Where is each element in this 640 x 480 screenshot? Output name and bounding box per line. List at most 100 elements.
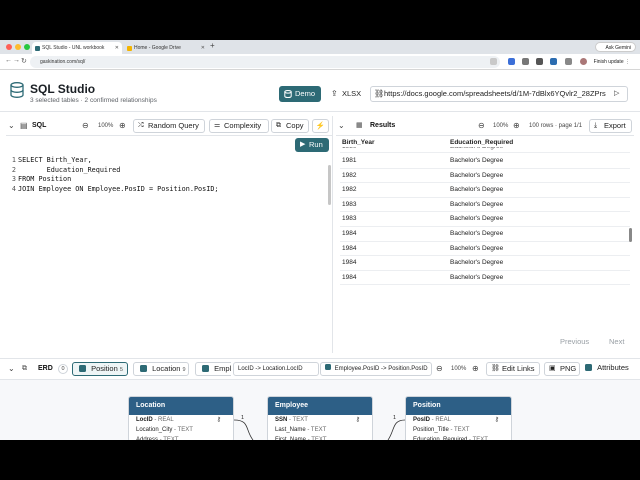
key-icon: ⚷ xyxy=(355,417,360,423)
favicon-icon xyxy=(35,45,40,51)
collapse-chevron-icon[interactable]: ⌄ xyxy=(338,121,345,131)
new-tab-icon[interactable]: + xyxy=(210,41,215,50)
browser-tab-sql-studio[interactable]: SQL Studio - UNL workbook ✕ xyxy=(32,42,122,54)
drive-favicon-icon xyxy=(127,45,132,51)
table-card-location[interactable]: Location LocID - REAL ⚷ Location_City - TEX… xyxy=(128,396,234,440)
erd-canvas[interactable]: 1 1 Location LocID - REAL ⚷ Location_City -… xyxy=(0,380,640,440)
app-title: SQL Studio xyxy=(30,82,96,96)
png-button[interactable]: ▣ PNG xyxy=(544,362,580,376)
next-page-button[interactable]: Next xyxy=(609,337,624,346)
table-card-title: Position xyxy=(406,397,511,415)
app-subtitle: 3 selected tables · 2 confirmed relation… xyxy=(30,97,157,104)
zoom-level: 100% xyxy=(493,123,509,129)
zoom-out-icon[interactable]: ⊖ xyxy=(478,121,485,131)
code-icon: ▤ xyxy=(20,121,28,130)
upload-icon: ⇪ xyxy=(331,89,338,98)
link-icon: ⛓ xyxy=(374,89,385,98)
previous-page-button[interactable]: Previous xyxy=(560,337,589,346)
code-line: Education_Required xyxy=(18,165,121,174)
collapse-chevron-icon[interactable]: ⌄ xyxy=(8,121,15,131)
key-icon: ⚷ xyxy=(216,417,221,423)
close-window-dot[interactable] xyxy=(6,44,12,50)
zoom-in-icon[interactable]: ⊕ xyxy=(472,364,479,374)
back-icon[interactable]: ← xyxy=(5,57,12,64)
cell-birth-year: 1984 xyxy=(342,230,357,237)
cell-education-required: Bachelor's Degree xyxy=(450,244,504,252)
cell-birth-year: 1984 xyxy=(342,273,357,281)
field-row: Position_Title - TEXT xyxy=(413,427,470,433)
chip-position[interactable]: Position 5 xyxy=(72,362,128,376)
cell-birth-year: 1983 xyxy=(342,200,357,208)
cell-education-required: Bachelor's Degree xyxy=(450,147,503,150)
close-tab-icon[interactable]: ✕ xyxy=(115,42,119,54)
extension-icon[interactable] xyxy=(550,58,557,65)
cell-birth-year: 1981 xyxy=(342,157,357,164)
sheet-url-input[interactable]: ⛓ https://docs.google.com/spreadsheets/d… xyxy=(370,86,628,102)
database-small-icon xyxy=(284,90,292,98)
play-icon: ▶ xyxy=(300,141,306,148)
zoom-level: 100% xyxy=(451,366,467,372)
checkbox-checked-icon[interactable] xyxy=(79,364,86,372)
complexity-button[interactable]: ⚌ Complexity xyxy=(209,119,269,133)
attributes-toggle[interactable]: Attributes xyxy=(585,362,640,376)
results-scrollbar[interactable] xyxy=(629,228,632,242)
close-tab-icon[interactable]: ✕ xyxy=(201,42,205,54)
puzzle-icon[interactable] xyxy=(565,58,572,65)
run-button[interactable]: ▶ Run xyxy=(295,138,329,152)
forward-icon[interactable]: → xyxy=(13,57,20,64)
sql-scrollbar[interactable] xyxy=(328,165,331,205)
wand-icon: ⚡ xyxy=(315,121,326,130)
cell-birth-year: 1983 xyxy=(342,215,357,223)
screen: SQL Studio - UNL workbook ✕ Home - Googl… xyxy=(0,40,640,440)
rows-info: 100 rows · page 1/1 xyxy=(529,123,583,129)
chip-employee[interactable]: Empl xyxy=(195,362,231,376)
checkbox-checked-icon[interactable] xyxy=(202,364,209,372)
download-icon: ⤓ xyxy=(594,122,598,129)
checkbox-checked-icon[interactable] xyxy=(140,364,147,372)
field-row: Education_Required - TEXT xyxy=(413,437,488,440)
load-url-icon[interactable]: ▷ xyxy=(614,89,619,97)
export-button[interactable]: ⤓ Export xyxy=(589,119,632,133)
extension-icon[interactable] xyxy=(522,58,529,65)
zoom-out-icon[interactable]: ⊖ xyxy=(436,364,443,374)
finish-update-button[interactable]: Finish update ⋮ xyxy=(594,57,630,67)
table-row: 1981 Bachelor's Degree xyxy=(340,154,630,169)
relation-chip[interactable]: LocID -> Location.LocID xyxy=(233,362,319,376)
minimize-window-dot[interactable] xyxy=(15,44,21,50)
star-icon[interactable] xyxy=(490,58,497,65)
checkbox-checked-icon[interactable] xyxy=(325,364,331,371)
extension-icon[interactable] xyxy=(536,58,543,65)
table-card-employee[interactable]: Employee SSN - TEXT ⚷ Last_Name - TEXT First… xyxy=(267,396,373,440)
cell-education-required: Bachelor's Degree xyxy=(450,230,504,237)
extension-icon[interactable] xyxy=(508,58,515,65)
zoom-in-icon[interactable]: ⊕ xyxy=(513,121,520,131)
sql-panel-title: SQL xyxy=(32,122,47,129)
xlsx-upload-button[interactable]: ⇪ XLSX xyxy=(327,86,365,102)
relationship-line xyxy=(387,419,406,440)
collapse-chevron-icon[interactable]: ⌄ xyxy=(8,364,15,374)
line-number: 1 xyxy=(11,156,16,164)
ask-gemini-button[interactable]: Ask Gemini xyxy=(595,42,636,52)
zoom-in-icon[interactable]: ⊕ xyxy=(119,121,126,131)
sql-editor[interactable]: 1 SELECT Birth_Year, 2 Education_Require… xyxy=(6,156,331,353)
cell-birth-year: 1984 xyxy=(342,259,357,267)
address-bar[interactable]: gaskination.com/sql/ xyxy=(30,56,500,68)
relation-chip[interactable]: Employee.PosID -> Position.PosID xyxy=(320,362,432,376)
demo-button[interactable]: Demo xyxy=(279,86,321,102)
diagram-icon: ⧉ xyxy=(22,365,27,372)
reload-icon[interactable]: ↻ xyxy=(21,57,27,65)
avatar[interactable] xyxy=(580,58,587,65)
format-wand-button[interactable]: ⚡ xyxy=(312,119,329,133)
erd-title: ERD xyxy=(38,365,53,372)
random-query-button[interactable]: ⤮ Random Query xyxy=(133,119,205,133)
zoom-out-icon[interactable]: ⊖ xyxy=(82,121,89,131)
chip-location[interactable]: Location 9 xyxy=(133,362,189,376)
erd-toolbar: ⌄ ⧉ ERD 0 Position 5 Location 9 Empl Loc… xyxy=(0,358,640,380)
edit-links-button[interactable]: ⛓ Edit Links xyxy=(486,362,540,376)
checkbox-checked-icon[interactable] xyxy=(585,363,592,371)
table-card-title: Employee xyxy=(268,397,372,415)
table-card-position[interactable]: Position PosID - REAL ⚷ Position_Title - TE… xyxy=(405,396,512,440)
copy-button[interactable]: ⧉ Copy xyxy=(271,119,309,133)
browser-tab-google-drive[interactable]: Home - Google Drive ✕ xyxy=(124,42,208,54)
maximize-window-dot[interactable] xyxy=(24,44,30,50)
